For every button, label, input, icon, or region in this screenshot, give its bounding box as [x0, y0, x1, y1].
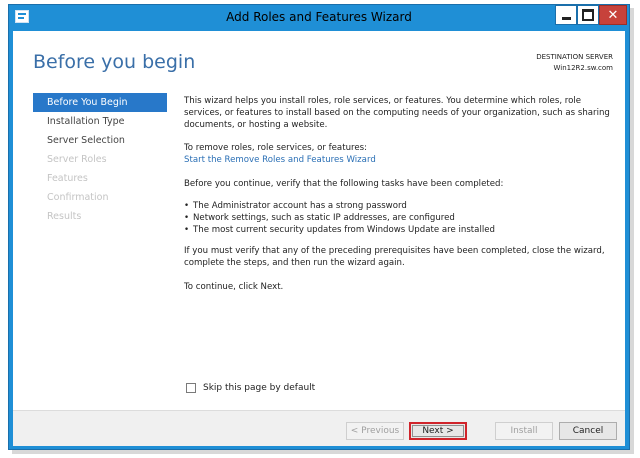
close-icon: ✕	[607, 7, 619, 23]
prerequisite-instructions: If you must verify that any of the prece…	[184, 246, 605, 268]
destination-server-label: DESTINATION SERVER	[536, 53, 613, 61]
cancel-button[interactable]: Cancel	[559, 422, 617, 440]
skip-page-checkbox[interactable]	[186, 383, 196, 393]
remove-roles-wizard-link[interactable]: Start the Remove Roles and Features Wiza…	[184, 155, 376, 165]
list-item: The most current security updates from W…	[184, 224, 614, 236]
destination-server-value: Win12R2.sw.com	[553, 64, 613, 72]
skip-page-label[interactable]: Skip this page by default	[203, 383, 315, 393]
nav-item-server-selection[interactable]: Server Selection	[33, 131, 167, 150]
list-item: The Administrator account has a strong p…	[184, 200, 614, 212]
verify-text: Before you continue, verify that the fol…	[184, 179, 504, 189]
nav-item-before-you-begin[interactable]: Before You Begin	[33, 93, 167, 112]
intro-text: This wizard helps you install roles, rol…	[184, 96, 610, 130]
nav-item-confirmation: Confirmation	[47, 192, 109, 203]
page-title: Before you begin	[33, 51, 196, 73]
maximize-icon	[582, 9, 594, 21]
next-button[interactable]: Next >	[409, 422, 467, 440]
nav-item-server-roles: Server Roles	[47, 154, 107, 165]
nav-item-features: Features	[47, 173, 88, 184]
nav-item-results: Results	[47, 211, 82, 222]
wizard-window: Add Roles and Features Wizard ✕ Before y…	[8, 4, 630, 450]
minimize-icon	[561, 16, 571, 20]
nav-item-installation-type[interactable]: Installation Type	[33, 112, 167, 131]
maximize-button[interactable]	[577, 5, 599, 25]
list-item: Network settings, such as static IP addr…	[184, 212, 614, 224]
content-panel: This wizard helps you install roles, rol…	[184, 95, 614, 293]
remove-roles-text: To remove roles, role services, or featu…	[184, 143, 368, 153]
close-button[interactable]: ✕	[599, 5, 627, 25]
install-button[interactable]: Install	[495, 422, 553, 440]
wizard-client-area: Before you begin DESTINATION SERVER Win1…	[13, 31, 625, 446]
title-bar[interactable]: Add Roles and Features Wizard ✕	[9, 5, 629, 31]
continue-text: To continue, click Next.	[184, 282, 284, 292]
wizard-nav: Before You Begin Installation Type Serve…	[33, 93, 167, 226]
wizard-footer: < Previous Next > Install Cancel	[13, 410, 625, 446]
window-title: Add Roles and Features Wizard	[226, 10, 412, 24]
minimize-button[interactable]	[555, 5, 577, 25]
skip-page-option: Skip this page by default	[186, 383, 315, 393]
previous-button[interactable]: < Previous	[346, 422, 404, 440]
prerequisite-list: The Administrator account has a strong p…	[184, 200, 614, 236]
